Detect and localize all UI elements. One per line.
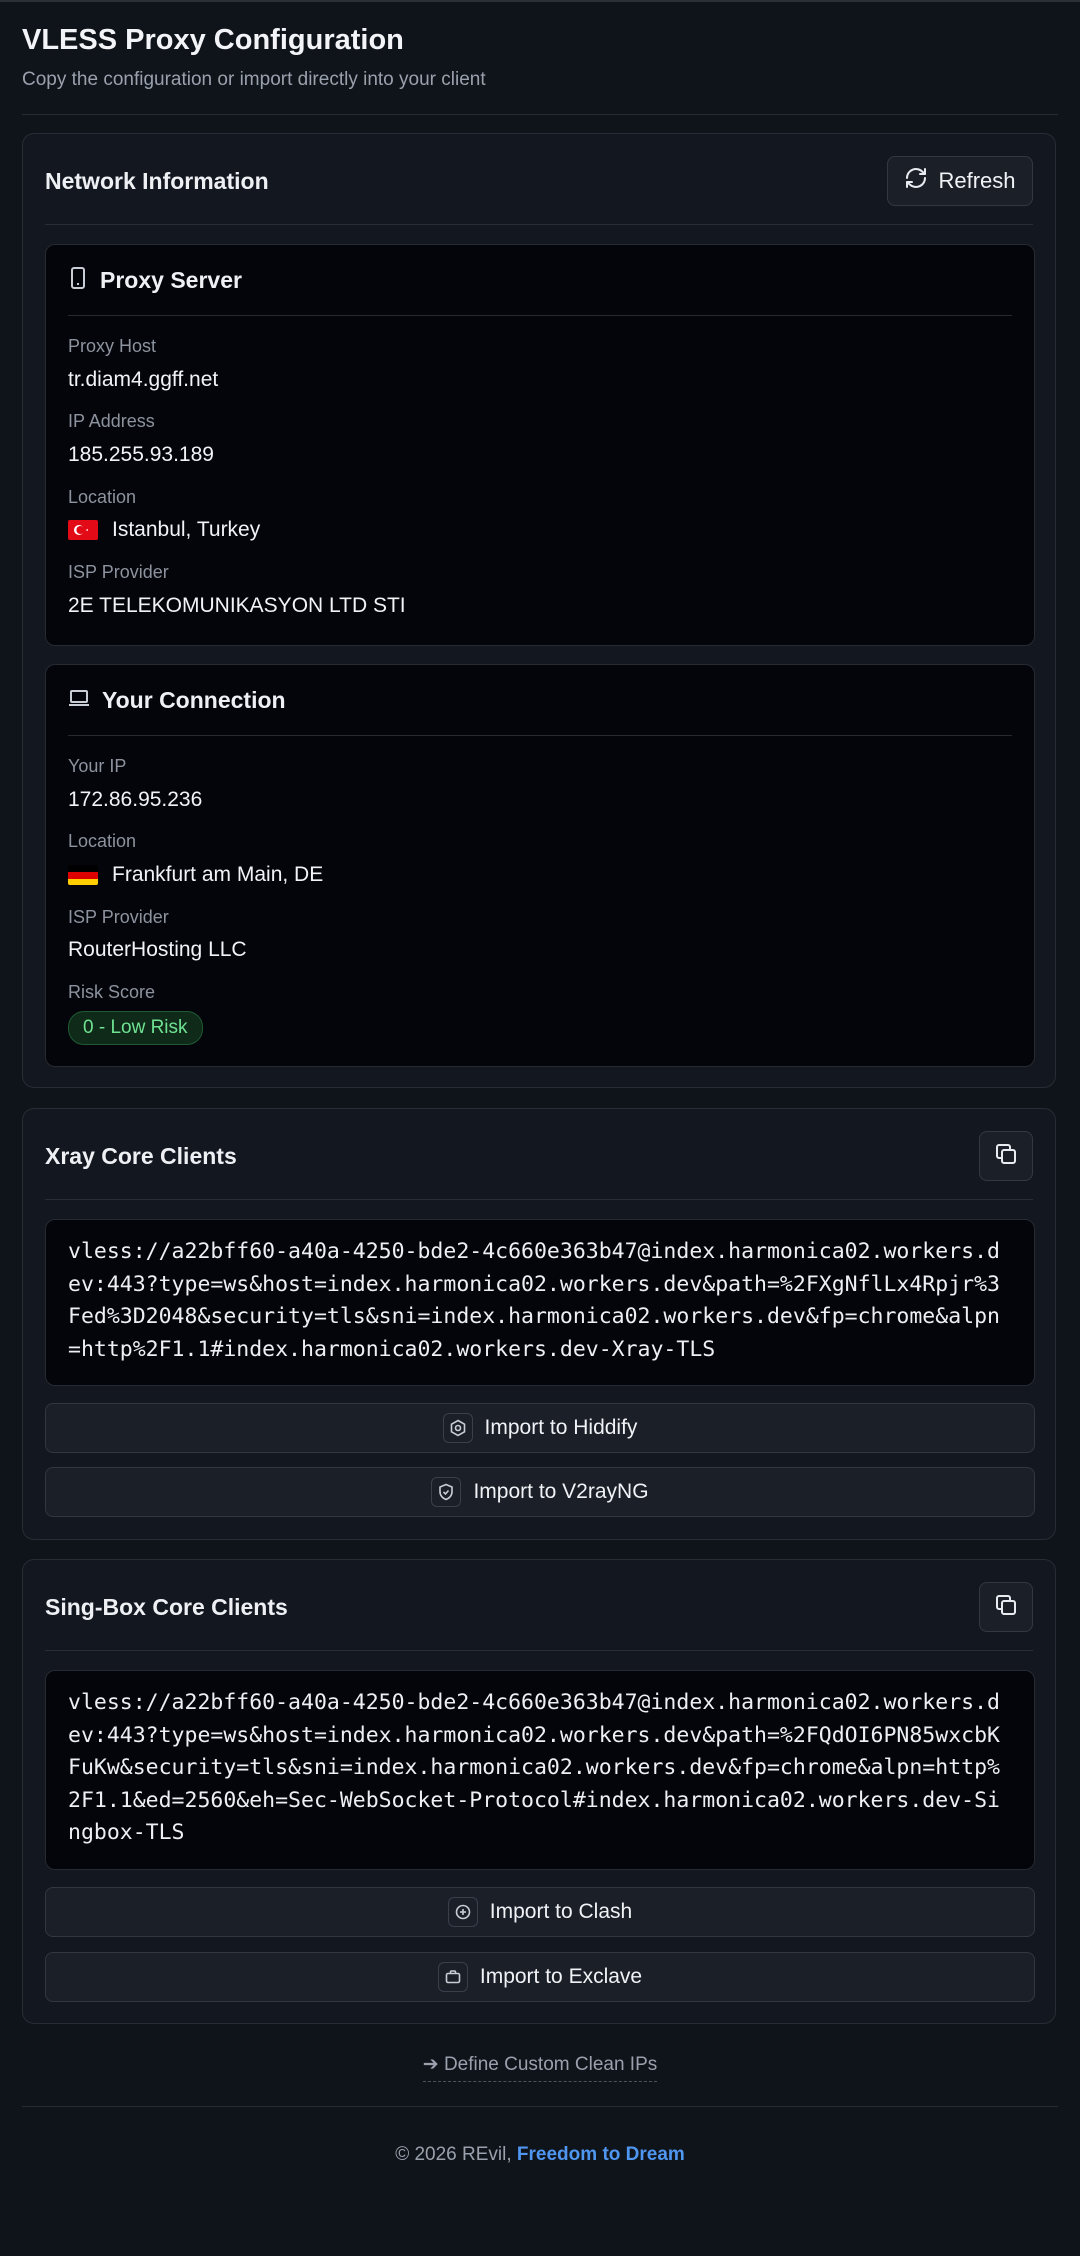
singbox-clients-card: Sing-Box Core Clients vless://a22bff60-a…: [22, 1559, 1056, 2024]
xray-clients-header: Xray Core Clients: [45, 1109, 1033, 1200]
footer-copyright: © 2026 REvil,: [395, 2144, 512, 2165]
proxy-location-label: Location: [68, 487, 137, 507]
network-info-title: Network Information: [45, 168, 269, 194]
custom-clean-ips-label: Define Custom Clean IPs: [443, 2054, 658, 2075]
import-exclave-button[interactable]: Import to Exclave: [45, 1952, 1035, 2002]
risk-badge: 0 - Low Risk: [68, 1011, 203, 1045]
proxy-ip-label: IP Address: [68, 411, 155, 431]
arrow-right-icon: ➔: [422, 2054, 439, 2075]
xray-copy-button[interactable]: [979, 1131, 1033, 1181]
network-info-card: Network Information Refresh Proxy Server…: [22, 133, 1056, 1088]
risk-score-label: Risk Score: [68, 982, 156, 1002]
proxy-location-text: Istanbul, Turkey: [112, 518, 261, 541]
your-isp-label: ISP Provider: [68, 907, 169, 927]
your-location-text: Frankfurt am Main, DE: [112, 863, 324, 886]
footer-link[interactable]: Freedom to Dream: [517, 2144, 685, 2165]
your-isp-value: RouterHosting LLC: [68, 938, 247, 961]
page-subtitle: Copy the configuration or import directl…: [22, 69, 486, 90]
import-hiddify-button[interactable]: Import to Hiddify: [45, 1403, 1035, 1453]
proxy-server-title: Proxy Server: [100, 266, 242, 293]
footer-divider: [22, 2106, 1058, 2107]
turkey-flag-icon: [68, 520, 98, 540]
import-v2rayng-button[interactable]: Import to V2rayNG: [45, 1467, 1035, 1517]
refresh-button[interactable]: Refresh: [887, 156, 1033, 206]
briefcase-icon: [437, 1962, 468, 1992]
xray-config-text[interactable]: vless://a22bff60-a40a-4250-bde2-4c660e36…: [45, 1219, 1035, 1386]
proxy-isp-value: 2E TELEKOMUNIKASYON LTD STI: [68, 594, 406, 617]
proxy-location-value: Istanbul, Turkey: [68, 518, 260, 542]
footer: © 2026 REvil, Freedom to Dream: [0, 2144, 1080, 2166]
proxy-isp-label: ISP Provider: [68, 562, 169, 582]
singbox-copy-button[interactable]: [979, 1582, 1033, 1632]
hexagon-icon: [442, 1413, 473, 1443]
proxy-host-label: Proxy Host: [68, 336, 157, 356]
your-ip-label: Your IP: [68, 756, 127, 776]
refresh-label: Refresh: [938, 168, 1016, 193]
import-hiddify-label: Import to Hiddify: [484, 1416, 638, 1439]
copy-icon: [994, 1142, 1018, 1171]
page-header: VLESS Proxy Configuration Copy the confi…: [22, 2, 1058, 115]
your-connection-title: Your Connection: [102, 686, 286, 713]
your-connection-header: Your Connection: [68, 665, 1012, 736]
risk-score-value: 0 - Low Risk: [68, 1011, 203, 1045]
shield-icon: [431, 1477, 462, 1507]
custom-clean-ips-wrap: ➔ Define Custom Clean IPs: [422, 2054, 658, 2082]
refresh-icon: [904, 166, 928, 196]
proxy-ip-value: 185.255.93.189: [68, 443, 214, 466]
copy-icon: [994, 1593, 1018, 1622]
germany-flag-icon: [68, 865, 98, 885]
xray-clients-title: Xray Core Clients: [45, 1143, 237, 1169]
import-clash-label: Import to Clash: [489, 1900, 633, 1923]
page-title: VLESS Proxy Configuration: [22, 24, 404, 56]
proxy-server-header: Proxy Server: [68, 245, 1012, 316]
singbox-config-text[interactable]: vless://a22bff60-a40a-4250-bde2-4c660e36…: [45, 1670, 1035, 1870]
plus-circle-icon: [447, 1897, 478, 1927]
singbox-clients-title: Sing-Box Core Clients: [45, 1594, 288, 1620]
import-exclave-label: Import to Exclave: [479, 1965, 643, 1988]
proxy-server-panel: Proxy Server Proxy Host tr.diam4.ggff.ne…: [45, 244, 1035, 646]
network-info-header: Network Information Refresh: [45, 134, 1033, 225]
your-location-label: Location: [68, 831, 137, 851]
import-v2rayng-label: Import to V2rayNG: [473, 1480, 649, 1503]
phone-icon: [68, 266, 88, 294]
your-location-value: Frankfurt am Main, DE: [68, 863, 323, 887]
singbox-clients-header: Sing-Box Core Clients: [45, 1560, 1033, 1651]
proxy-host-value: tr.diam4.ggff.net: [68, 368, 219, 391]
your-ip-value: 172.86.95.236: [68, 788, 203, 811]
custom-clean-ips-link[interactable]: ➔ Define Custom Clean IPs: [0, 2053, 1080, 2082]
xray-clients-card: Xray Core Clients vless://a22bff60-a40a-…: [22, 1108, 1056, 1540]
your-connection-panel: Your Connection Your IP 172.86.95.236 Lo…: [45, 664, 1035, 1067]
laptop-icon: [68, 688, 90, 713]
import-clash-button[interactable]: Import to Clash: [45, 1887, 1035, 1937]
